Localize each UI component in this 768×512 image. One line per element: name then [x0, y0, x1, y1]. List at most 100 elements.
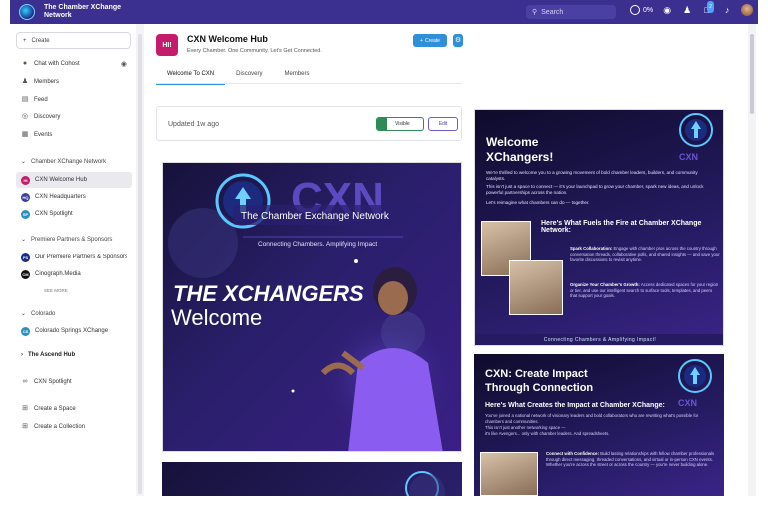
welcome-poster-image: CXN The Chamber Exchange Network Connect…: [162, 162, 462, 452]
sidebar-item-spotlight[interactable]: SP CXN Spotlight: [16, 206, 132, 222]
network-logo[interactable]: [19, 4, 35, 20]
sidebar-item-label: Discovery: [34, 114, 61, 120]
create-button[interactable]: + Create: [413, 34, 447, 47]
brand-line-2: Network: [44, 12, 72, 19]
brand-name[interactable]: The Chamber XChange Network: [44, 4, 134, 20]
group-label: Colorado: [31, 310, 56, 317]
target-icon[interactable]: ◉: [661, 4, 673, 16]
sidebar-scrollbar[interactable]: [136, 24, 144, 496]
main-scroll-thumb[interactable]: [750, 34, 754, 114]
chevron-down-icon: ⌄: [21, 159, 27, 165]
page-subtitle: Every Chamber. One Community. Let's Get …: [187, 48, 322, 54]
sidebar-item-label: CXN Spotlight: [34, 379, 72, 385]
sidebar-item-label: Colorado Springs XChange: [35, 328, 109, 334]
sidebar-group-partners[interactable]: ⌄ Premiere Partners & Sponsors: [21, 236, 113, 244]
sidebar-item-label: Events: [34, 132, 53, 138]
poster-headline: THE XCHANGERS: [173, 281, 364, 306]
sidebar-item-feed[interactable]: ▤ Feed: [16, 92, 132, 108]
user-avatar[interactable]: [741, 4, 754, 16]
notifications-icon[interactable]: ♪: [721, 4, 733, 16]
eye-icon[interactable]: ◉: [121, 60, 127, 68]
sidebar-item-members[interactable]: ♟ Members: [16, 74, 132, 90]
card1-title-line2: XChangers!: [486, 150, 554, 164]
messages-icon[interactable]: □2: [701, 1, 714, 16]
space-avatar: HQ: [21, 192, 30, 202]
card2-bullet-title: Connect with Confidence:: [546, 451, 599, 456]
plus-icon: +: [420, 37, 423, 44]
group-label: Premiere Partners & Sponsors: [31, 236, 113, 243]
plus-box-icon: ⊞: [22, 405, 28, 412]
main-scrollbar[interactable]: [748, 24, 756, 496]
plus-icon: +: [23, 37, 27, 44]
sidebar-item-create-space[interactable]: ⊞ Create a Space: [16, 401, 132, 417]
group-label: Chamber XChange Network: [31, 158, 107, 165]
sidebar-item-events[interactable]: ▦ Events: [16, 127, 132, 143]
link-icon: ∞: [22, 378, 28, 385]
card2-section-title: Here's What Creates the Impact at Chambe…: [485, 402, 665, 409]
welcome-xchangers-card: CXN Welcome XChangers! We're thrilled to…: [474, 109, 724, 346]
poster2-graphic: [405, 471, 445, 496]
sidebar-item-cinograph[interactable]: CM Cinograph.Media: [16, 266, 132, 282]
toggle-knob: [377, 118, 387, 130]
card2-para3: it's like Avengers... only with chamber …: [485, 431, 610, 436]
sidebar-item-headquarters[interactable]: HQ CXN Headquarters: [16, 189, 132, 205]
progress-ring-icon: [630, 5, 640, 15]
poster-graphic: CXN The Chamber Exchange Network Connect…: [168, 173, 458, 451]
card1-bullet1-title: Spark Collaboration:: [570, 246, 613, 251]
group-label: The Ascend Hub: [28, 352, 76, 358]
card1-para3: Let's reimagine what chambers can do — t…: [486, 200, 590, 205]
updated-timestamp: Updated 1w ago: [168, 121, 219, 128]
sidebar-scroll-thumb[interactable]: [138, 34, 142, 494]
sidebar-item-label: CXN Headquarters: [35, 194, 86, 200]
feed-icon: ▤: [21, 96, 29, 103]
chat-icon: ●: [22, 60, 28, 67]
sidebar-item-welcome-hub[interactable]: HI CXN Welcome Hub: [16, 172, 132, 188]
sidebar-item-discovery[interactable]: ◎ Discovery: [16, 109, 132, 125]
top-bar: The Chamber XChange Network ⚲ Search 0% …: [10, 0, 768, 24]
settings-gear-button[interactable]: ⚙: [453, 34, 463, 47]
gear-icon: ⚙: [454, 37, 462, 44]
chevron-down-icon[interactable]: ⌄: [761, 4, 768, 16]
sidebar-group-ascend[interactable]: › The Ascend Hub: [21, 352, 75, 358]
progress-indicator[interactable]: 0%: [630, 5, 653, 15]
poster-tagline: Connecting Chambers. Amplifying Impact: [258, 241, 377, 248]
sidebar-item-chat[interactable]: ● Chat with Cohost ◉: [16, 56, 132, 72]
space-avatar: PS: [21, 252, 30, 262]
sidebar-group-cxn[interactable]: ⌄ Chamber XChange Network: [21, 158, 107, 166]
members-icon: ♟: [21, 78, 29, 85]
search-placeholder: Search: [541, 8, 564, 16]
plus-box-icon: ⊞: [22, 423, 28, 430]
sidebar-item-label: Cinograph.Media: [35, 271, 81, 277]
sidebar-item-create-collection[interactable]: ⊞ Create a Collection: [16, 419, 132, 435]
edit-button[interactable]: Edit: [428, 117, 458, 131]
card2-para2: This isn't just another networking space…: [485, 425, 566, 430]
sidebar-item-premiere-partners[interactable]: PS Our Premiere Partners & Sponsors: [16, 249, 132, 265]
sidebar-group-colorado[interactable]: ⌄ Colorado: [21, 310, 56, 318]
sidebar-item-cxn-spotlight-link[interactable]: ∞ CXN Spotlight: [16, 374, 132, 390]
add-user-icon[interactable]: ♟: [681, 4, 693, 16]
sidebar-create-button[interactable]: + Create: [16, 32, 131, 49]
sidebar-item-label: Our Premiere Partners & Sponsors: [35, 254, 127, 260]
sidebar-item-label: Create a Collection: [34, 424, 86, 430]
card1-section-title: Here's What Fuels the Fire at Chamber XC…: [541, 220, 702, 234]
chevron-down-icon: ⌄: [21, 237, 27, 243]
calendar-icon: ▦: [21, 131, 29, 138]
space-avatar: CM: [21, 269, 30, 279]
card2-title-line1: CXN: Create Impact: [485, 368, 588, 380]
card2-para1: You've joined a national network of visi…: [485, 413, 699, 424]
main-content: HI! CXN Welcome Hub Every Chamber. One C…: [146, 24, 758, 496]
page-update-card: Updated 1w ago Visible Edit: [156, 106, 462, 141]
search-box[interactable]: ⚲ Search: [526, 5, 616, 19]
sidebar-item-colorado-springs[interactable]: CS Colorado Springs XChange: [16, 323, 132, 339]
search-icon: ⚲: [532, 9, 538, 16]
card1-para2: This isn't just a space to connect — it'…: [486, 184, 704, 195]
visible-toggle[interactable]: Visible: [376, 117, 424, 131]
card1-bullet2-title: Organize Your Chamber's Growth:: [570, 282, 640, 287]
card2-title-line2: Through Connection: [485, 382, 594, 394]
sidebar-item-label: Chat with Cohost: [34, 61, 80, 67]
poster-network-name: The Chamber Exchange Network: [241, 211, 390, 222]
space-avatar: HI: [21, 175, 30, 185]
space-avatar: SP: [21, 209, 30, 219]
card1-title-line1: Welcome: [486, 135, 539, 149]
see-more-link[interactable]: SEE MORE: [44, 288, 68, 293]
